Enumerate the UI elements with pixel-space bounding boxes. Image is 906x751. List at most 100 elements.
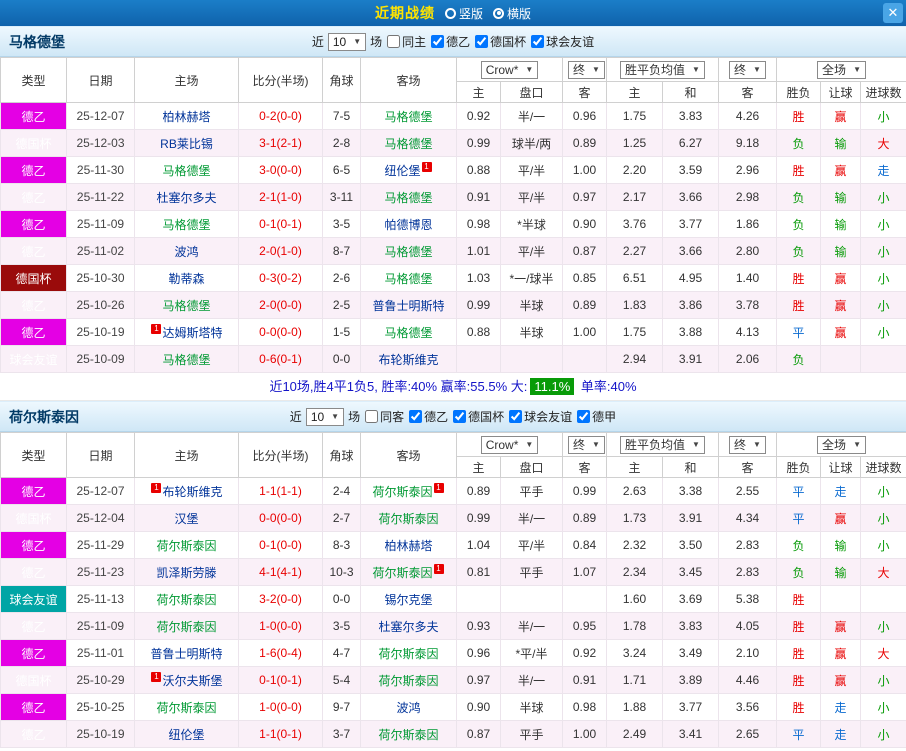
- radio-vertical-layout[interactable]: 竖版: [444, 5, 483, 22]
- corners-cell: 6-5: [322, 156, 361, 184]
- team-link[interactable]: 波鸿: [396, 701, 420, 715]
- col-header-result-goals: 进球数: [859, 81, 906, 103]
- odds-home-cell: 0.91: [456, 183, 501, 211]
- filter-checkbox[interactable]: [453, 410, 467, 423]
- league-cell: 德乙: [0, 531, 67, 559]
- league-cell: 德乙: [0, 102, 67, 130]
- filter-checkbox[interactable]: [509, 410, 523, 423]
- tracked-team-link[interactable]: 荷尔斯泰因: [156, 539, 216, 553]
- final-odds-select[interactable]: 终 ▼: [568, 435, 605, 454]
- result-handicap-cell: 赢: [820, 612, 861, 640]
- team-header-magdeburg: 马格德堡 近 10 ▼ 场 同主 德乙 德国杯 球会友谊: [0, 26, 906, 57]
- fulltime-select[interactable]: 全场 ▼: [817, 60, 866, 79]
- tracked-team-link[interactable]: 马格德堡: [162, 164, 210, 178]
- corners-cell: 2-4: [322, 477, 361, 505]
- team-link[interactable]: 杜塞尔多夫: [378, 620, 438, 634]
- bookmaker-select[interactable]: Crow* ▼: [480, 60, 539, 79]
- team-link[interactable]: 布轮斯维克: [378, 353, 438, 367]
- match-row: 德乙 25-10-26 马格德堡 2-0(0-0) 2-5 普鲁士明斯特 0.99 半球 0.8…: [0, 291, 906, 319]
- filter-同客[interactable]: 同客: [365, 408, 404, 425]
- match-count-select[interactable]: 10 ▼: [327, 32, 367, 51]
- result-goals-cell: 小: [859, 318, 906, 346]
- odds-home-cell: 0.92: [456, 102, 501, 130]
- tracked-team-link[interactable]: 荷尔斯泰因: [378, 647, 438, 661]
- team-link[interactable]: 纽伦堡: [168, 728, 204, 742]
- bookmaker-select-cell: Crow* ▼: [456, 57, 563, 82]
- avg-select-cell: 胜平负均值 ▼: [606, 57, 719, 82]
- tracked-team-link[interactable]: 荷尔斯泰因: [378, 728, 438, 742]
- bookmaker-select[interactable]: Crow* ▼: [480, 435, 539, 454]
- filter-德乙[interactable]: 德乙: [431, 33, 470, 50]
- tracked-team-link[interactable]: 荷尔斯泰因: [156, 593, 216, 607]
- result-handicap-cell: [820, 585, 861, 613]
- filter-checkbox[interactable]: [431, 35, 445, 48]
- tracked-team-link[interactable]: 马格德堡: [162, 299, 210, 313]
- filter-checkbox[interactable]: [577, 410, 591, 423]
- final-avg-select[interactable]: 终 ▼: [729, 60, 766, 79]
- tracked-team-link[interactable]: 荷尔斯泰因: [378, 674, 438, 688]
- filter-checkbox[interactable]: [475, 35, 489, 48]
- corners-cell: 2-5: [322, 291, 361, 319]
- filter-球会友谊[interactable]: 球会友谊: [531, 33, 594, 50]
- tracked-team-link[interactable]: 马格德堡: [162, 218, 210, 232]
- team-link[interactable]: 波鸿: [174, 245, 198, 259]
- team-link[interactable]: 纽伦堡: [384, 164, 420, 178]
- filter-德国杯[interactable]: 德国杯: [475, 33, 526, 50]
- filter-德甲[interactable]: 德甲: [577, 408, 616, 425]
- tracked-team-link[interactable]: 马格德堡: [384, 326, 432, 340]
- odds-home-cell: 0.96: [456, 639, 501, 667]
- filter-checkbox[interactable]: [409, 410, 423, 423]
- team-link[interactable]: 汉堡: [174, 512, 198, 526]
- team-link[interactable]: 柏林赫塔: [384, 539, 432, 553]
- wdl-average-select[interactable]: 胜平负均值 ▼: [620, 435, 705, 454]
- team-link[interactable]: 凯泽斯劳滕: [156, 566, 216, 580]
- wdl-average-select[interactable]: 胜平负均值 ▼: [620, 60, 705, 79]
- team-link[interactable]: 勒蒂森: [168, 272, 204, 286]
- final-odds-select-value: 终: [573, 62, 586, 77]
- final-avg-select[interactable]: 终 ▼: [729, 435, 766, 454]
- team-link[interactable]: 柏林赫塔: [162, 110, 210, 124]
- result-goals-cell: 小: [859, 210, 906, 238]
- final-odds-select[interactable]: 终 ▼: [568, 60, 605, 79]
- team-link[interactable]: 普鲁士明斯特: [372, 299, 444, 313]
- team-link[interactable]: 杜塞尔多夫: [156, 191, 216, 205]
- team-link[interactable]: 达姆斯塔特: [162, 326, 222, 340]
- team-link[interactable]: RB莱比锡: [160, 137, 213, 151]
- odds-away-cell: 0.85: [562, 264, 607, 292]
- filter-checkbox[interactable]: [365, 410, 379, 423]
- team-link[interactable]: 帕德博恩: [384, 218, 432, 232]
- filter-德乙[interactable]: 德乙: [409, 408, 448, 425]
- radio-horizontal-layout[interactable]: 横版: [493, 5, 531, 22]
- filter-德国杯[interactable]: 德国杯: [453, 408, 504, 425]
- close-button[interactable]: ✕: [883, 3, 903, 23]
- tracked-team-link[interactable]: 马格德堡: [384, 110, 432, 124]
- tracked-team-link[interactable]: 马格德堡: [384, 191, 432, 205]
- tracked-team-link[interactable]: 荷尔斯泰因: [372, 485, 432, 499]
- odds-away-cell: 1.00: [562, 720, 607, 748]
- team-link[interactable]: 沃尔夫斯堡: [162, 674, 222, 688]
- corners-cell: 0-0: [322, 345, 361, 373]
- filter-checkbox[interactable]: [387, 35, 401, 48]
- chevron-down-icon: ▼: [525, 64, 534, 74]
- tracked-team-link[interactable]: 马格德堡: [384, 245, 432, 259]
- tracked-team-link[interactable]: 马格德堡: [384, 137, 432, 151]
- match-row: 德乙 25-12-07 柏林赫塔 0-2(0-0) 7-5 马格德堡 0.92 半/一 0.96…: [0, 102, 906, 130]
- tracked-team-link[interactable]: 荷尔斯泰因: [156, 620, 216, 634]
- col-header-handicap: 盘口: [500, 456, 563, 478]
- filter-同主[interactable]: 同主: [387, 33, 426, 50]
- filter-球会友谊[interactable]: 球会友谊: [509, 408, 572, 425]
- odds-home-cell: 0.89: [456, 477, 501, 505]
- result-goals-cell: 小: [859, 504, 906, 532]
- tracked-team-link[interactable]: 荷尔斯泰因: [372, 566, 432, 580]
- match-count-select[interactable]: 10 ▼: [305, 407, 345, 426]
- team-link[interactable]: 锡尔克堡: [384, 593, 432, 607]
- tracked-team-link[interactable]: 荷尔斯泰因: [378, 512, 438, 526]
- fulltime-select[interactable]: 全场 ▼: [817, 435, 866, 454]
- tracked-team-link[interactable]: 荷尔斯泰因: [156, 701, 216, 715]
- team-link[interactable]: 布轮斯维克: [162, 485, 222, 499]
- team-link[interactable]: 普鲁士明斯特: [150, 647, 222, 661]
- filter-checkbox[interactable]: [531, 35, 545, 48]
- tracked-team-link[interactable]: 马格德堡: [384, 272, 432, 286]
- chevron-down-icon: ▼: [592, 439, 600, 449]
- tracked-team-link[interactable]: 马格德堡: [162, 353, 210, 367]
